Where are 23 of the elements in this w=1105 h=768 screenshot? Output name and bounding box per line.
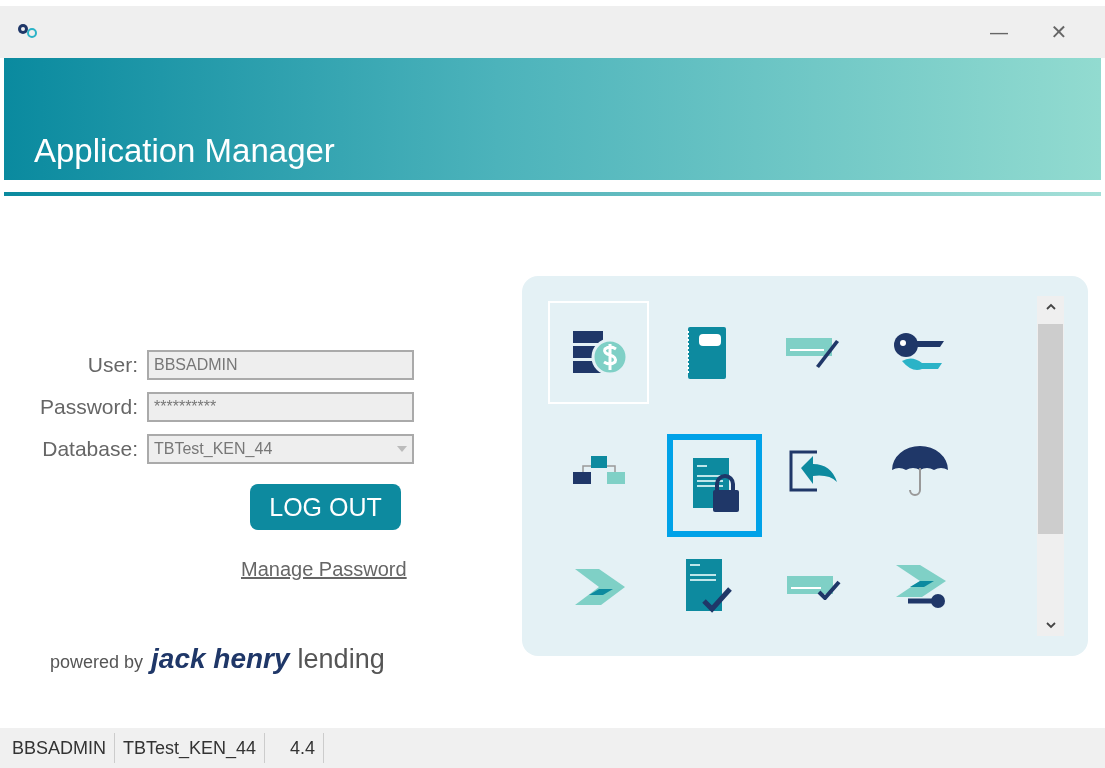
powered-by-text: powered by bbox=[50, 652, 144, 673]
hierarchy-icon bbox=[570, 453, 627, 486]
brand-suffix-text: lending bbox=[297, 644, 385, 675]
manage-password-link[interactable]: Manage Password bbox=[241, 558, 407, 580]
input-field[interactable]: ********** bbox=[147, 392, 414, 422]
database-dropdown[interactable]: TBTest_KEN_44 bbox=[147, 434, 414, 464]
minimize-button[interactable]: — bbox=[969, 12, 1029, 52]
input-field[interactable]: BBSADMIN bbox=[147, 350, 414, 380]
scrollbar[interactable] bbox=[1037, 296, 1064, 636]
field-label: Password: bbox=[38, 395, 138, 419]
app-tile[interactable] bbox=[667, 434, 762, 537]
field-label: Database: bbox=[41, 437, 138, 461]
close-button[interactable]: ✕ bbox=[1029, 12, 1089, 52]
check-pen-icon bbox=[783, 335, 842, 370]
log-out-button[interactable]: LOG OUT bbox=[250, 484, 401, 530]
status-text: TBTest_KEN_44 bbox=[121, 733, 266, 763]
app-title: Application Manager bbox=[34, 132, 335, 170]
status-text: 4.4 bbox=[288, 733, 325, 763]
dropdown-caret-icon bbox=[397, 446, 407, 452]
field-label: User: bbox=[86, 353, 138, 377]
scrollbar-thumb[interactable] bbox=[1038, 324, 1063, 534]
status-text: BBSADMIN bbox=[10, 733, 116, 763]
check-tick-icon bbox=[784, 573, 841, 600]
